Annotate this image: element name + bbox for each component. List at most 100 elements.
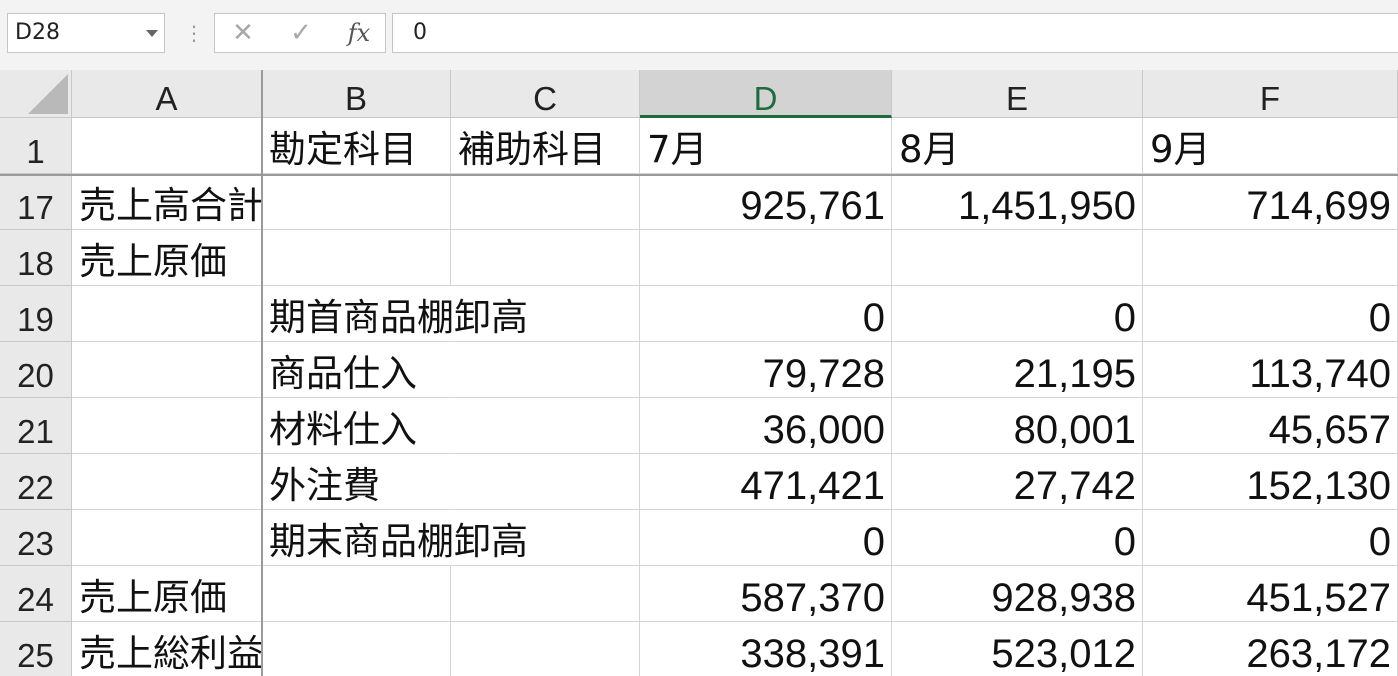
- row-number: 1: [26, 133, 45, 170]
- cell-d20[interactable]: 79,728: [640, 342, 892, 398]
- cell-c25[interactable]: [451, 622, 640, 676]
- cell-d18[interactable]: [640, 230, 892, 286]
- cell-f21[interactable]: 45,657: [1143, 398, 1398, 454]
- cell-e17[interactable]: 1,451,950: [892, 174, 1143, 230]
- cell-c19[interactable]: [451, 286, 640, 342]
- column-header-c[interactable]: C: [451, 70, 640, 118]
- cell-value: 7月: [647, 128, 708, 171]
- row-header-21[interactable]: 21: [0, 398, 72, 454]
- cell-f18[interactable]: [1143, 230, 1398, 286]
- chevron-down-icon[interactable]: [146, 30, 158, 37]
- cell-value: 338,391: [740, 632, 885, 676]
- cell-value: 0: [862, 296, 885, 340]
- cell-b1[interactable]: 勘定科目: [262, 118, 451, 174]
- row-header-25[interactable]: 25: [0, 622, 72, 676]
- column-header-f[interactable]: F: [1143, 70, 1398, 118]
- cell-f24[interactable]: 451,527: [1143, 566, 1398, 622]
- cell-a19[interactable]: [72, 286, 262, 342]
- cell-value: 0: [1113, 296, 1136, 340]
- cell-a18[interactable]: 売上原価: [72, 230, 262, 286]
- cell-c21[interactable]: [451, 398, 640, 454]
- cell-a21[interactable]: [72, 398, 262, 454]
- column-header-a[interactable]: A: [72, 70, 262, 118]
- select-all-button[interactable]: [0, 70, 72, 118]
- cell-b24[interactable]: [262, 566, 451, 622]
- formula-input[interactable]: 0: [392, 13, 1398, 53]
- row-header-24[interactable]: 24: [0, 566, 72, 622]
- cell-a22[interactable]: [72, 454, 262, 510]
- cell-b19[interactable]: 期首商品棚卸高: [262, 286, 528, 342]
- cell-value: 152,130: [1246, 464, 1391, 508]
- cell-d22[interactable]: 471,421: [640, 454, 892, 510]
- select-all-triangle-icon: [28, 74, 68, 114]
- cell-e25[interactable]: 523,012: [892, 622, 1143, 676]
- column-header-b[interactable]: B: [262, 70, 451, 118]
- cell-c20[interactable]: [451, 342, 640, 398]
- cell-d21[interactable]: 36,000: [640, 398, 892, 454]
- row-header-22[interactable]: 22: [0, 454, 72, 510]
- cell-b23[interactable]: 期末商品棚卸高: [262, 510, 528, 566]
- spreadsheet-grid: A B C D E F 1 勘定科目 補助科目 7月 8月 9月 17 売上高合計 925,761 1,451…: [0, 70, 1398, 676]
- cell-value: 471,421: [740, 464, 885, 508]
- cell-value: 928,938: [991, 576, 1136, 620]
- cell-d19[interactable]: 0: [640, 286, 892, 342]
- cell-c23[interactable]: [451, 510, 640, 566]
- row-number: 21: [17, 413, 54, 450]
- cell-a1[interactable]: [72, 118, 262, 174]
- row-header-20[interactable]: 20: [0, 342, 72, 398]
- cell-d1[interactable]: 7月: [640, 118, 892, 174]
- cell-b21[interactable]: 材料仕入: [262, 398, 451, 454]
- cell-f22[interactable]: 152,130: [1143, 454, 1398, 510]
- cell-c1[interactable]: 補助科目: [451, 118, 640, 174]
- cell-f19[interactable]: 0: [1143, 286, 1398, 342]
- fx-icon[interactable]: fx: [339, 14, 379, 52]
- cell-e19[interactable]: 0: [892, 286, 1143, 342]
- cell-value: 45,657: [1268, 408, 1391, 452]
- cell-e24[interactable]: 928,938: [892, 566, 1143, 622]
- row-header-23[interactable]: 23: [0, 510, 72, 566]
- cell-value: 451,527: [1246, 576, 1391, 620]
- cell-d23[interactable]: 0: [640, 510, 892, 566]
- column-header-e[interactable]: E: [892, 70, 1143, 118]
- cell-b22[interactable]: 外注費: [262, 454, 451, 510]
- cell-e18[interactable]: [892, 230, 1143, 286]
- check-icon[interactable]: ✓: [281, 14, 321, 52]
- row-header-18[interactable]: 18: [0, 230, 72, 286]
- formula-bar-resize-handle[interactable]: ⋮: [184, 18, 204, 48]
- cell-b17[interactable]: [262, 174, 451, 230]
- cell-f1[interactable]: 9月: [1143, 118, 1398, 174]
- cell-b18[interactable]: [262, 230, 451, 286]
- name-box[interactable]: D28: [7, 13, 165, 53]
- cell-d25[interactable]: 338,391: [640, 622, 892, 676]
- cell-value: 売上原価: [79, 576, 227, 619]
- row-header-1[interactable]: 1: [0, 118, 72, 174]
- cell-a23[interactable]: [72, 510, 262, 566]
- cell-a24[interactable]: 売上原価: [72, 566, 262, 622]
- cell-c24[interactable]: [451, 566, 640, 622]
- cell-f25[interactable]: 263,172: [1143, 622, 1398, 676]
- cell-f17[interactable]: 714,699: [1143, 174, 1398, 230]
- cell-e23[interactable]: 0: [892, 510, 1143, 566]
- cell-a20[interactable]: [72, 342, 262, 398]
- cell-e1[interactable]: 8月: [892, 118, 1143, 174]
- cell-f20[interactable]: 113,740: [1143, 342, 1398, 398]
- cell-e22[interactable]: 27,742: [892, 454, 1143, 510]
- cell-b25[interactable]: [262, 622, 451, 676]
- cell-a25[interactable]: 売上総利益: [72, 622, 264, 676]
- close-icon[interactable]: ✕: [223, 14, 263, 52]
- cell-d17[interactable]: 925,761: [640, 174, 892, 230]
- cell-a17[interactable]: 売上高合計: [72, 174, 264, 230]
- column-header-d[interactable]: D: [640, 70, 892, 118]
- cell-e21[interactable]: 80,001: [892, 398, 1143, 454]
- cell-c17[interactable]: [451, 174, 640, 230]
- cell-b20[interactable]: 商品仕入: [262, 342, 451, 398]
- cell-d24[interactable]: 587,370: [640, 566, 892, 622]
- cell-value: 売上高合計: [79, 184, 264, 227]
- cell-e20[interactable]: 21,195: [892, 342, 1143, 398]
- row-header-19[interactable]: 19: [0, 286, 72, 342]
- cell-f23[interactable]: 0: [1143, 510, 1398, 566]
- cell-c18[interactable]: [451, 230, 640, 286]
- cell-value: 0: [862, 520, 885, 564]
- cell-c22[interactable]: [451, 454, 640, 510]
- row-header-17[interactable]: 17: [0, 174, 72, 230]
